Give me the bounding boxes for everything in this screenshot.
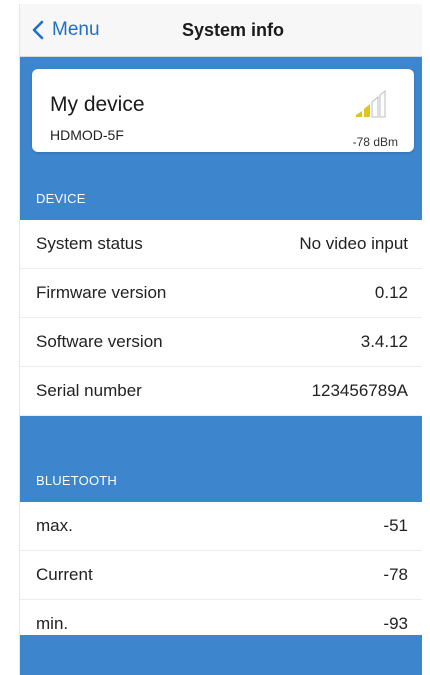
device-name: My device [50, 93, 145, 116]
row-value: 3.4.12 [360, 332, 408, 351]
signal-strength-icon [356, 89, 386, 118]
navigation-bar: Menu System info [20, 4, 422, 57]
info-row-system-status: System status No video input [20, 220, 422, 269]
info-row-serial-number: Serial number 123456789A [20, 367, 422, 416]
section-header-bluetooth-label: BLUETOOTH [36, 473, 118, 488]
row-label: Firmware version [36, 283, 167, 302]
info-row-firmware-version: Firmware version 0.12 [20, 269, 422, 318]
device-card[interactable]: My device HDMOD-5F -78 dBm [32, 69, 414, 152]
app-screen: Menu System info My device HDMOD-5F -78 … [19, 4, 422, 675]
row-label: System status [36, 234, 143, 253]
row-value: -51 [383, 516, 408, 535]
section-header-device-label: DEVICE [36, 191, 86, 206]
page-title: System info [181, 19, 285, 40]
section-header-device: DEVICE [20, 164, 422, 220]
row-label: min. [36, 614, 69, 633]
row-label: Software version [36, 332, 163, 351]
row-value: -93 [383, 614, 408, 633]
device-model: HDMOD-5F [50, 127, 124, 143]
row-value: 123456789A [311, 381, 408, 400]
info-row-software-version: Software version 3.4.12 [20, 318, 422, 367]
row-value: 0.12 [374, 283, 408, 302]
row-label: max. [36, 516, 73, 535]
device-header-area: My device HDMOD-5F -78 dBm [20, 57, 422, 164]
bottom-section-bar [20, 635, 422, 675]
row-label: Current [36, 565, 93, 584]
row-value: No video input [299, 234, 408, 253]
info-row-bluetooth-current: Current -78 [20, 551, 422, 600]
section-header-bluetooth: BLUETOOTH [20, 416, 422, 502]
row-value: -78 [383, 565, 408, 584]
signal-value: -78 dBm [352, 135, 398, 149]
row-label: Serial number [36, 381, 142, 400]
info-row-bluetooth-max: max. -51 [20, 502, 422, 551]
